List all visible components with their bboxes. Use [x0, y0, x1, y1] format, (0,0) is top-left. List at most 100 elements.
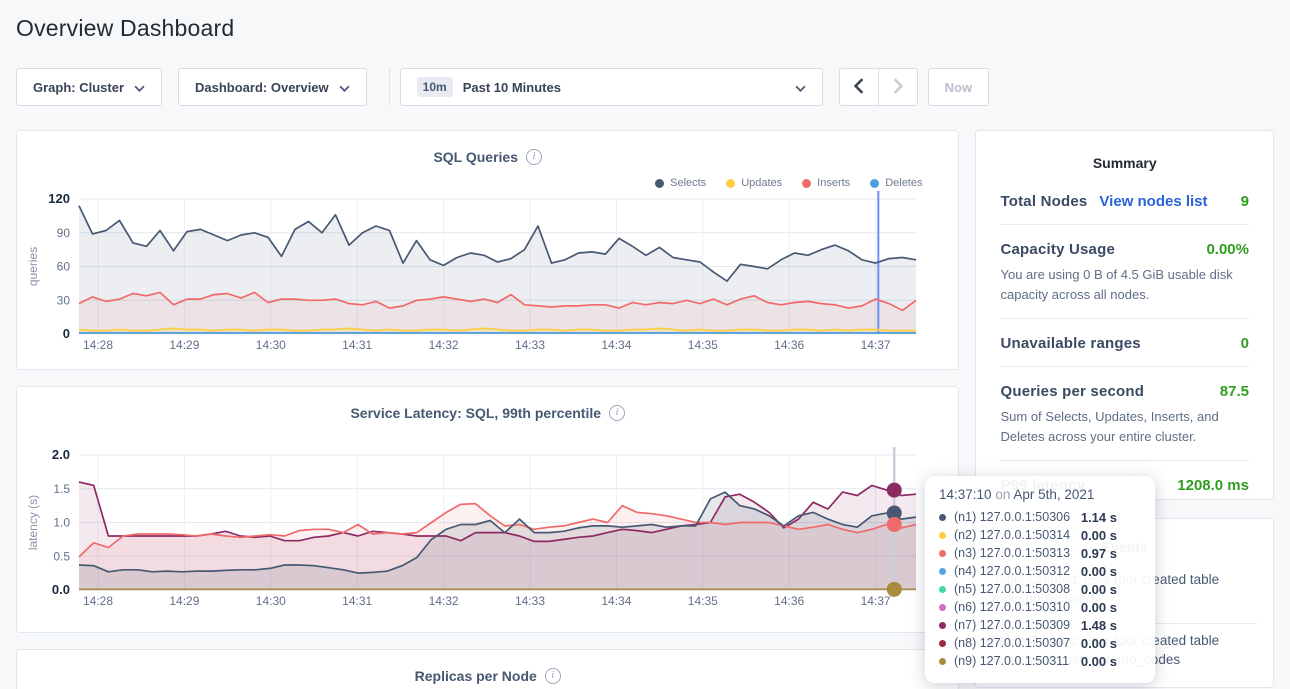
svg-text:14:37: 14:37 [861, 594, 891, 608]
node-latency-value: 1.48 s [1081, 618, 1141, 633]
chevron-down-icon [795, 80, 806, 95]
svg-text:14:37: 14:37 [861, 338, 891, 352]
svg-text:queries: queries [26, 247, 40, 286]
info-icon[interactable]: i [545, 668, 561, 684]
tooltip-node-row: (n1) 127.0.0.1:50306 1.14 s [939, 508, 1141, 526]
svg-text:1.5: 1.5 [53, 482, 70, 496]
svg-text:2.0: 2.0 [52, 447, 70, 462]
charts-column: SQL Queries i SelectsUpdatesInsertsDelet… [16, 130, 959, 689]
summary-label: Unavailable ranges [1000, 335, 1140, 352]
node-series-dot [939, 532, 946, 539]
svg-text:14:32: 14:32 [429, 338, 459, 352]
node-address: (n8) 127.0.0.1:50307 [954, 636, 1070, 650]
tooltip-node-row: (n5) 127.0.0.1:503080.00 s [939, 580, 1141, 598]
svg-text:14:33: 14:33 [515, 338, 545, 352]
node-series-dot [939, 514, 946, 521]
summary-value: 0.00% [1206, 241, 1249, 258]
sql-queries-chart-card: SQL Queries i SelectsUpdatesInsertsDelet… [16, 130, 959, 370]
svg-text:14:31: 14:31 [342, 594, 372, 608]
tooltip-node-row: (n3) 127.0.0.1:503130.97 s [939, 544, 1141, 562]
summary-label: Queries per second [1000, 383, 1144, 400]
svg-text:14:34: 14:34 [601, 594, 631, 608]
svg-text:14:29: 14:29 [169, 338, 199, 352]
time-nav [839, 68, 918, 106]
now-button[interactable]: Now [928, 68, 989, 106]
tooltip-node-row: (n6) 127.0.0.1:50310 0.00 s [939, 598, 1141, 616]
tooltip-node-row: (n7) 127.0.0.1:50309 1.48 s [939, 616, 1141, 634]
tooltip-node-row: (n4) 127.0.0.1:503120.00 s [939, 562, 1141, 580]
svg-text:14:31: 14:31 [342, 338, 372, 352]
node-series-dot [939, 568, 946, 575]
svg-text:14:30: 14:30 [256, 594, 286, 608]
summary-desc: You are using 0 B of 4.5 GiB usable disk… [1000, 265, 1249, 304]
svg-text:30: 30 [57, 293, 71, 307]
node-address: (n7) 127.0.0.1:50309 [954, 618, 1070, 632]
svg-text:120: 120 [48, 191, 70, 206]
time-prev-button[interactable] [839, 68, 879, 106]
svg-text:14:36: 14:36 [774, 594, 804, 608]
node-address: (n2) 127.0.0.1:50314 [954, 528, 1070, 542]
svg-text:14:30: 14:30 [256, 338, 286, 352]
time-next-button[interactable] [879, 68, 918, 106]
graph-scope-dropdown[interactable]: Graph: Cluster [16, 68, 162, 106]
svg-text:14:35: 14:35 [688, 594, 718, 608]
svg-text:14:29: 14:29 [169, 594, 199, 608]
node-series-dot [939, 586, 946, 593]
summary-panel: Summary Total Nodes View nodes list 9 Ca… [975, 130, 1274, 500]
svg-text:14:35: 14:35 [688, 338, 718, 352]
svg-text:latency (s): latency (s) [26, 495, 40, 550]
summary-label: Capacity Usage [1000, 241, 1115, 258]
svg-text:14:28: 14:28 [83, 594, 113, 608]
service-latency-plot[interactable]: 14:28 14:29 14:30 14:31 14:32 14:33 14:34 14:35… [17, 387, 960, 615]
node-latency-value: 0.00 s [1081, 636, 1141, 651]
node-series-dot [939, 658, 946, 665]
time-range-badge: 10m [417, 77, 453, 97]
dashboard-label: Dashboard: Overview [195, 80, 329, 95]
node-address: (n4) 127.0.0.1:50312 [954, 564, 1070, 578]
chevron-down-icon [134, 80, 145, 95]
tooltip-node-row: (n8) 127.0.0.1:50307 0.00 s [939, 634, 1141, 652]
summary-row-capacity: Capacity Usage 0.00% You are using 0 B o… [1000, 225, 1249, 319]
node-latency-value: 1.14 s [1081, 510, 1141, 525]
node-series-dot [939, 622, 946, 629]
node-series-dot [939, 604, 946, 611]
graph-scope-label: Graph: Cluster [33, 80, 124, 95]
chevron-right-icon [893, 78, 903, 97]
node-latency-value: 0.00 s [1081, 528, 1141, 543]
node-latency-value: 0.00 s [1081, 654, 1141, 669]
node-latency-value: 0.00 s [1081, 582, 1141, 597]
svg-text:14:36: 14:36 [774, 338, 804, 352]
replicas-chart-title-row: Replicas per Node i [17, 668, 958, 684]
svg-text:90: 90 [57, 226, 71, 240]
node-address: (n9) 127.0.0.1:50311 [954, 654, 1069, 668]
node-address: (n1) 127.0.0.1:50306 [954, 510, 1070, 524]
node-address: (n3) 127.0.0.1:50313 [954, 546, 1070, 560]
chart-hover-tooltip: 14:37:10 on Apr 5th, 2021 (n1) 127.0.0.1… [925, 476, 1155, 683]
svg-text:14:32: 14:32 [429, 594, 459, 608]
sql-queries-plot[interactable]: 14:2814:2914:3014:3114:3214:3314:3414:35… [17, 131, 960, 359]
node-address: (n6) 127.0.0.1:50310 [954, 600, 1070, 614]
chart-title: Replicas per Node [415, 668, 537, 684]
svg-text:1.0: 1.0 [53, 516, 70, 530]
svg-text:14:34: 14:34 [601, 338, 631, 352]
svg-text:0: 0 [63, 326, 70, 341]
summary-row-total-nodes: Total Nodes View nodes list 9 [1000, 177, 1249, 225]
svg-text:14:33: 14:33 [515, 594, 545, 608]
summary-label: Total Nodes [1000, 193, 1087, 210]
node-series-dot [939, 640, 946, 647]
tooltip-node-row: (n9) 127.0.0.1:50311 0.00 s [939, 652, 1141, 670]
summary-value: 87.5 [1220, 383, 1249, 400]
dashboard-dropdown[interactable]: Dashboard: Overview [178, 68, 367, 106]
summary-value: 0 [1241, 335, 1249, 352]
view-nodes-list-link[interactable]: View nodes list [1099, 193, 1207, 210]
time-range-selector[interactable]: 10m Past 10 Minutes [400, 68, 823, 106]
node-series-dot [939, 550, 946, 557]
svg-text:60: 60 [57, 260, 71, 274]
node-latency-value: 0.00 s [1081, 600, 1141, 615]
summary-desc: Sum of Selects, Updates, Inserts, and De… [1000, 407, 1249, 446]
toolbar: Graph: Cluster Dashboard: Overview 10m P… [16, 68, 1274, 106]
service-latency-chart-card: Service Latency: SQL, 99th percentile i … [16, 386, 959, 633]
page-title: Overview Dashboard [16, 0, 1274, 42]
tooltip-node-row: (n2) 127.0.0.1:50314 0.00 s [939, 526, 1141, 544]
toolbar-divider [389, 68, 390, 106]
